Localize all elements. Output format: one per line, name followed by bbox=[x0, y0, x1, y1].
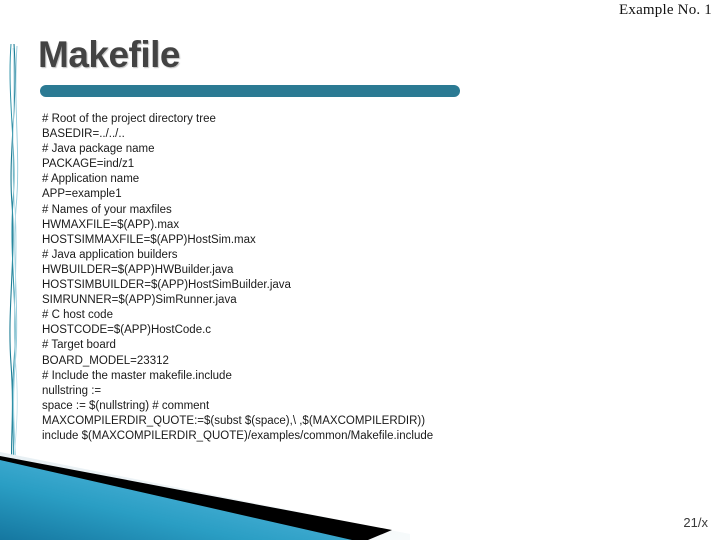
ribbon-lines-icon bbox=[9, 43, 19, 475]
code-line: include $(MAXCOMPILERDIR_QUOTE)/examples… bbox=[42, 429, 434, 442]
code-line: # Java package name bbox=[42, 143, 155, 156]
code-line: HWBUILDER=$(APP)HWBuilder.java bbox=[42, 263, 234, 276]
page-title: Makefile bbox=[38, 34, 181, 75]
code-line: BOARD_MODEL=23312 bbox=[42, 354, 169, 367]
code-line: # Names of your maxfiles bbox=[42, 203, 172, 216]
code-line: HOSTSIMMAXFILE=$(APP)HostSim.max bbox=[42, 233, 256, 246]
code-line: PACKAGE=ind/z1 bbox=[42, 158, 135, 171]
slide-number: 21/x bbox=[683, 515, 708, 530]
slide-header-label: Example No. 1 bbox=[619, 2, 712, 18]
code-line: HOSTCODE=$(APP)HostCode.c bbox=[42, 324, 212, 337]
makefile-code-block: # Root of the project directory tree BAS… bbox=[42, 112, 642, 444]
code-line: # C host code bbox=[42, 309, 113, 322]
code-line: APP=example1 bbox=[42, 188, 122, 201]
code-line: # Java application builders bbox=[42, 248, 178, 261]
code-line: HWMAXFILE=$(APP).max bbox=[42, 218, 180, 231]
code-line: HOSTSIMBUILDER=$(APP)HostSimBuilder.java bbox=[42, 279, 291, 292]
footer-decoration bbox=[0, 430, 720, 540]
title-accent-bar bbox=[40, 85, 460, 97]
code-line: MAXCOMPILERDIR_QUOTE:=$(subst $(space),\… bbox=[42, 414, 426, 427]
footer-wedge-icon bbox=[0, 452, 410, 540]
code-line: # Application name bbox=[42, 173, 140, 186]
code-line: SIMRUNNER=$(APP)SimRunner.java bbox=[42, 294, 237, 307]
left-ribbon-decoration bbox=[2, 43, 28, 475]
code-line: # Include the master makefile.include bbox=[42, 369, 232, 382]
code-line: space := $(nullstring) # comment bbox=[42, 399, 210, 412]
code-line: BASEDIR=../../.. bbox=[42, 128, 125, 141]
code-line: nullstring := bbox=[42, 384, 102, 397]
code-line: # Root of the project directory tree bbox=[42, 113, 216, 125]
code-line: # Target board bbox=[42, 339, 116, 352]
